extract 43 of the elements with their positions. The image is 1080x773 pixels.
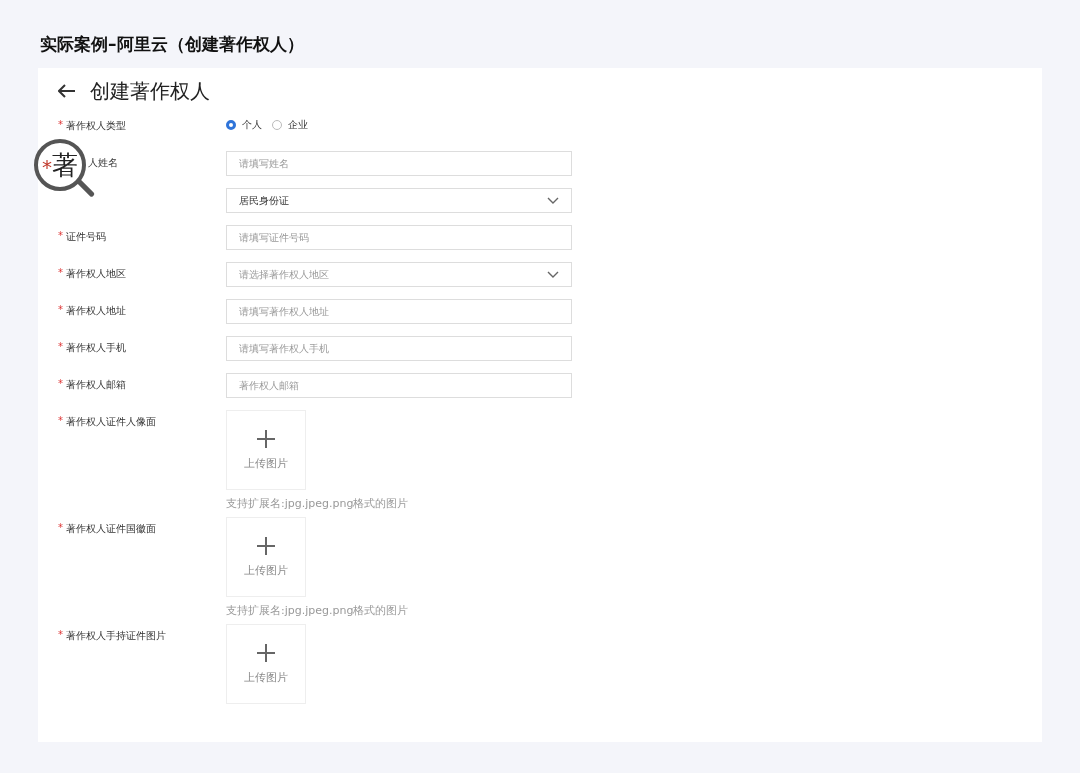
field-label: 著作权人手持证件图片 [66,629,166,643]
field-label: 著作权人类型 [66,119,126,133]
field-label: 著作权人证件人像面 [66,415,156,429]
field-label: 人姓名 [87,156,118,170]
required-mark: * [58,119,64,130]
chevron-down-icon [547,270,559,279]
upload-button[interactable]: 上传图片 [226,410,306,490]
upload-hint: 支持扩展名:jpg.jpeg.png格式的图片 [226,496,410,511]
select-field[interactable]: 请选择著作权人地区 [226,262,572,287]
chevron-down-icon [547,196,559,205]
magnified-text: 著 [52,148,78,182]
input-field[interactable]: 请填写著作权人地址 [226,299,572,324]
plus-icon [257,429,275,448]
plus-icon [257,643,275,662]
input-field[interactable]: 请填写著作权人手机 [226,336,572,361]
upload-hint: 支持扩展名:jpg.jpeg.png格式的图片 [226,603,410,618]
radio-option[interactable]: 企业 [272,114,308,132]
required-mark: * [58,267,64,278]
field-label: 著作权人证件国徽面 [66,522,156,536]
magnified-mark: * [42,155,52,179]
required-mark: * [58,415,64,426]
field-label: 著作权人地区 [66,267,126,281]
input-field[interactable]: 请填写证件号码 [226,225,572,250]
field-label: 著作权人邮箱 [66,378,126,392]
select-field[interactable]: 居民身份证 [226,188,572,213]
page-title: 创建著作权人 [90,77,210,105]
field-label: 著作权人手机 [66,341,126,355]
required-mark: * [58,522,64,533]
plus-icon [257,536,275,555]
input-field[interactable]: 著作权人邮箱 [226,373,572,398]
radio-option[interactable]: 个人 [226,114,262,132]
upload-button[interactable]: 上传图片 [226,624,306,704]
field-label: 著作权人地址 [66,304,126,318]
upload-button[interactable]: 上传图片 [226,517,306,597]
field-label: 证件号码 [66,230,106,244]
required-mark: * [58,629,64,640]
input-field[interactable]: 请填写姓名 [226,151,572,176]
required-mark: * [58,304,64,315]
required-mark: * [58,341,64,352]
required-mark: * [58,378,64,389]
page-caption: 实际案例–阿里云（创建著作权人） [39,33,305,56]
back-arrow-icon[interactable] [58,84,76,98]
required-mark: * [58,230,64,241]
